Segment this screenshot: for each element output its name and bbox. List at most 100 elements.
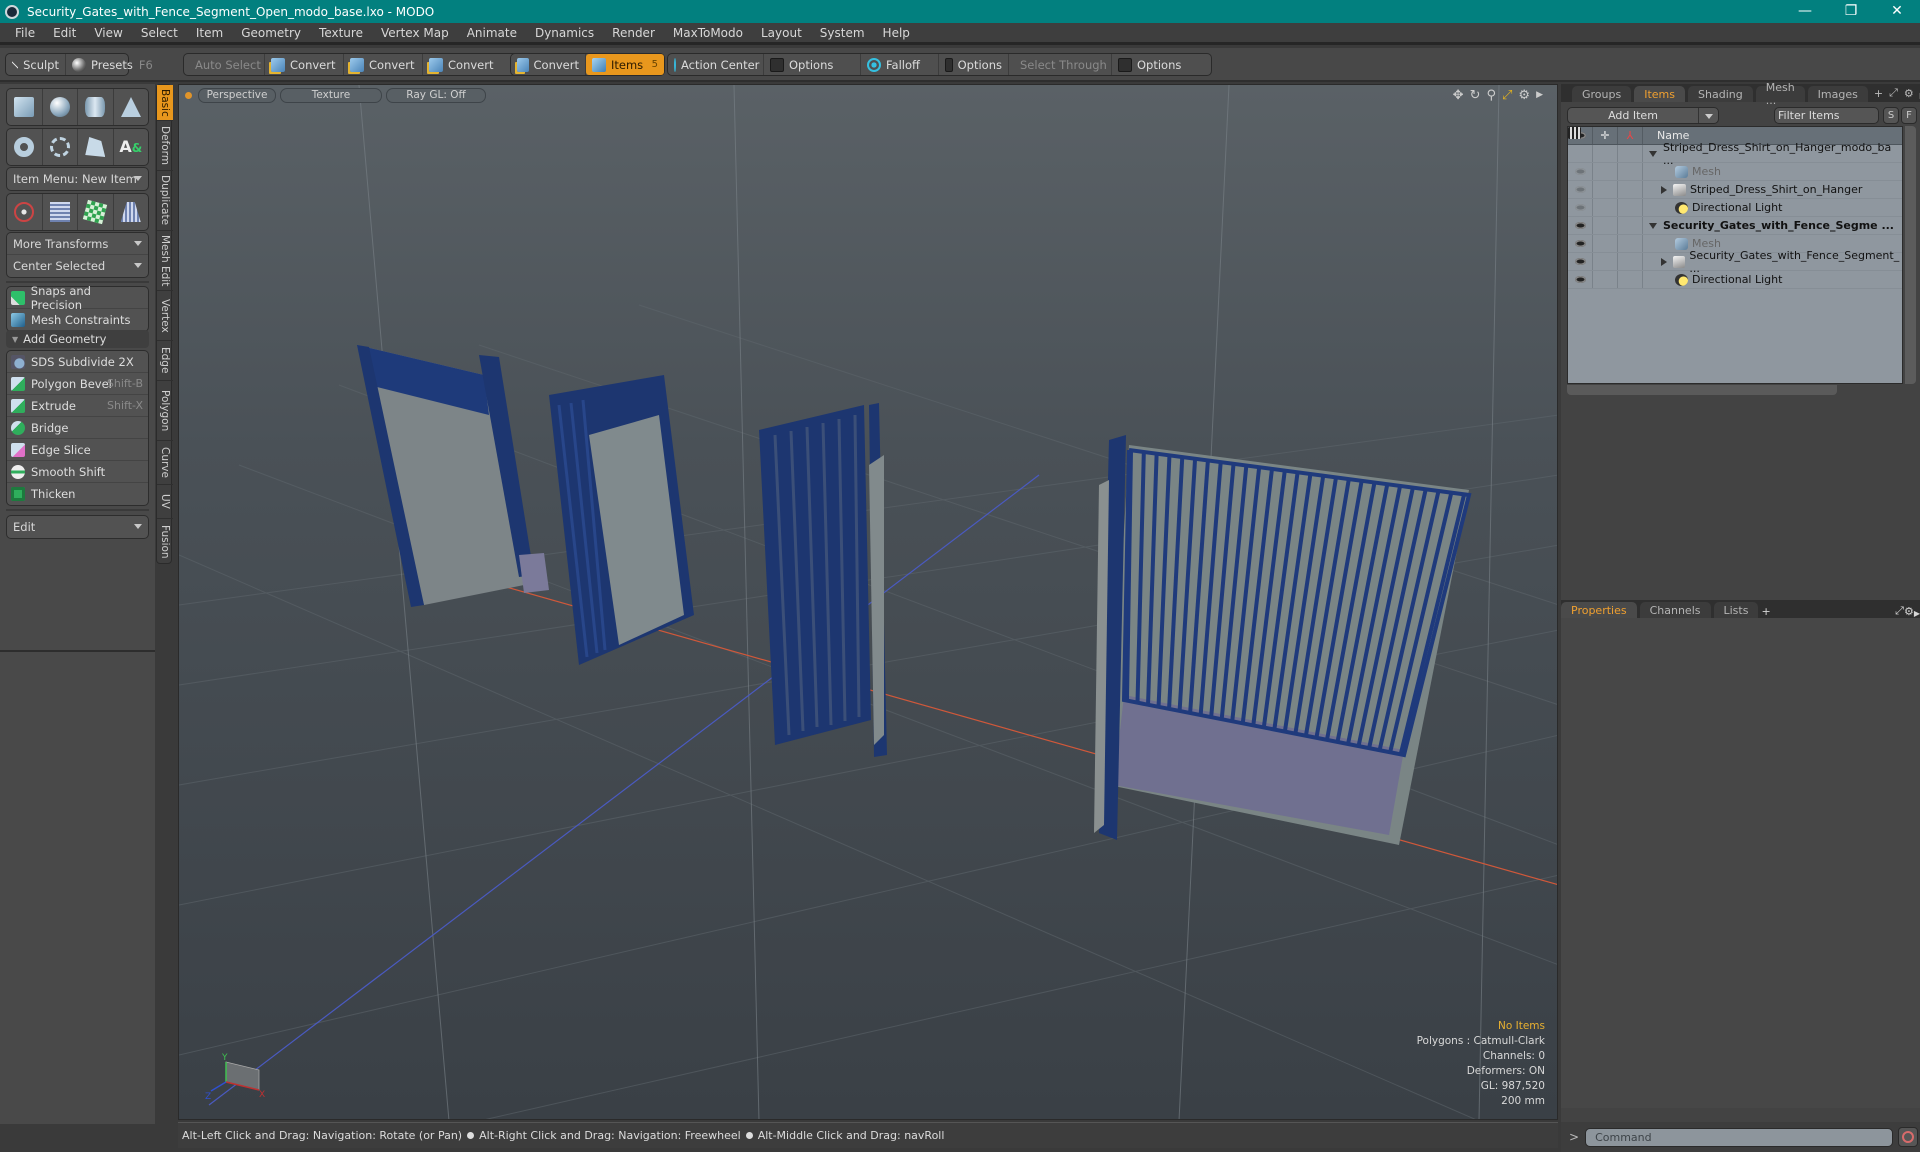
expand-icon[interactable]: ⤢ [1895, 604, 1904, 618]
falloff-options-button[interactable]: Options [939, 54, 1009, 75]
add-geometry-header[interactable]: ▼ Add Geometry [6, 330, 149, 348]
viewport-more-icon[interactable]: ▶ [1536, 88, 1543, 103]
menu-vertex-map[interactable]: Vertex Map [372, 26, 458, 40]
vtab-deform[interactable]: Deform [157, 121, 173, 171]
vtab-basic[interactable]: Basic [157, 85, 173, 121]
menu-item[interactable]: Item [187, 26, 232, 40]
minimize-button[interactable]: — [1782, 0, 1828, 23]
items-mode-button[interactable]: Items 5 [586, 54, 664, 75]
vtab-duplicate[interactable]: Duplicate [157, 171, 173, 231]
tree-row[interactable]: Mesh [1568, 163, 1902, 181]
command-input[interactable]: Command [1585, 1127, 1894, 1147]
menu-render[interactable]: Render [603, 26, 664, 40]
tree-cell[interactable] [1593, 217, 1618, 234]
select-through-options-button[interactable]: Options [1112, 54, 1187, 75]
pen-tool[interactable] [78, 129, 114, 165]
sphere-tool[interactable] [43, 89, 78, 125]
menu-help[interactable]: Help [874, 26, 919, 40]
edge-slice-button[interactable]: Edge Slice [7, 439, 148, 461]
action-center-button[interactable]: Action Center [668, 54, 764, 75]
cone-tool[interactable] [114, 89, 149, 125]
viewport-settings-icon[interactable]: ⚙ [1518, 88, 1530, 103]
text-tool[interactable]: A& [114, 129, 149, 165]
sds-subdivide-button[interactable]: SDS Subdivide 2X [7, 351, 148, 373]
rotate-icon[interactable]: ↻ [1470, 88, 1481, 103]
menu-view[interactable]: View [85, 26, 131, 40]
pan-icon[interactable]: ✥ [1453, 88, 1464, 103]
vtab-edge[interactable]: Edge [157, 341, 173, 381]
tab-groups[interactable]: Groups [1572, 86, 1632, 102]
menu-maxtomodo[interactable]: MaxToModo [664, 26, 752, 40]
spiral-tool[interactable] [43, 129, 78, 165]
cylinder-tool[interactable] [78, 89, 114, 125]
panel-more-icon[interactable]: ▶ [1914, 609, 1920, 618]
view-mode-button[interactable]: Perspective [198, 87, 276, 103]
cube-tool[interactable] [7, 89, 43, 125]
zoom-icon[interactable]: ⚲ [1486, 88, 1496, 103]
tree-row[interactable]: Directional Light [1568, 271, 1902, 289]
maximize-button[interactable]: ❐ [1828, 0, 1874, 23]
tab-images[interactable]: Images [1807, 86, 1868, 102]
tab-channels[interactable]: Channels [1639, 602, 1711, 618]
tree-row[interactable]: Security_Gates_with_Fence_Segment_ ... [1568, 249, 1902, 275]
raygl-button[interactable]: Ray GL: Off [386, 87, 486, 103]
tree-cell[interactable] [1618, 271, 1643, 288]
visibility-toggle[interactable] [1568, 235, 1593, 252]
menu-system[interactable]: System [811, 26, 874, 40]
thicken-button[interactable]: Thicken [7, 483, 148, 505]
tree-cell[interactable] [1618, 181, 1643, 198]
uv-grid-tool[interactable] [43, 194, 78, 230]
auto-select-button[interactable]: Auto Select [184, 54, 265, 75]
tree-cell[interactable] [1618, 253, 1643, 270]
tree-vertical-scrollbar[interactable] [1905, 126, 1916, 384]
vtab-mesh-edit[interactable]: Mesh Edit [157, 231, 173, 291]
visibility-toggle[interactable] [1568, 217, 1593, 234]
tree-cell[interactable] [1593, 181, 1618, 198]
bridge-button[interactable]: Bridge [7, 417, 148, 439]
tree-cell[interactable] [1618, 145, 1643, 162]
tree-cell[interactable] [1593, 199, 1618, 216]
menu-animate[interactable]: Animate [458, 26, 526, 40]
menu-layout[interactable]: Layout [752, 26, 811, 40]
visibility-toggle[interactable] [1568, 181, 1593, 198]
add-tab-icon[interactable]: + [1761, 605, 1770, 618]
s-button[interactable]: S [1883, 106, 1899, 124]
visibility-toggle[interactable] [1568, 145, 1593, 162]
smooth-shift-button[interactable]: Smooth Shift [7, 461, 148, 483]
taper-tool[interactable] [114, 194, 149, 230]
close-button[interactable]: ✕ [1874, 0, 1920, 23]
tab-mesh[interactable]: Mesh ... [1755, 81, 1805, 107]
visibility-toggle[interactable] [1568, 199, 1593, 216]
transform-tool[interactable] [7, 194, 43, 230]
tree-cell[interactable] [1593, 163, 1618, 180]
convert-items-button[interactable]: Convert [511, 54, 586, 75]
collapse-arrow-icon[interactable] [1661, 185, 1667, 194]
extrude-button[interactable]: Extrude Shift-X [7, 395, 148, 417]
tree-cell[interactable] [1618, 163, 1643, 180]
item-menu-dropdown[interactable]: Item Menu: New Item [6, 167, 149, 191]
snaps-precision-button[interactable]: Snaps and Precision [7, 284, 148, 312]
tab-items[interactable]: Items [1634, 86, 1686, 102]
vtab-curve[interactable]: Curve [157, 441, 173, 485]
tree-horizontal-scrollbar[interactable] [1567, 385, 1837, 395]
menu-dynamics[interactable]: Dynamics [526, 26, 603, 40]
add-item-button[interactable]: Add Item [1567, 106, 1719, 124]
add-tab-icon[interactable]: + [1874, 87, 1883, 100]
visibility-toggle[interactable] [1568, 163, 1593, 180]
tree-cell[interactable] [1618, 199, 1643, 216]
vtab-uv[interactable]: UV [157, 485, 173, 519]
collapse-arrow-icon[interactable] [1661, 257, 1667, 266]
tree-cell[interactable] [1618, 217, 1643, 234]
record-macro-button[interactable] [1898, 1127, 1919, 1147]
tree-cell[interactable] [1593, 235, 1618, 252]
convert-polygons-button[interactable]: Convert [423, 54, 502, 75]
tree-row[interactable]: Striped_Dress_Shirt_on_Hanger_modo_ba ..… [1568, 127, 1902, 167]
render-column-header[interactable]: ⅄ [1618, 127, 1643, 144]
menu-edit[interactable]: Edit [44, 26, 85, 40]
tab-properties[interactable]: Properties [1561, 602, 1637, 618]
tree-row[interactable]: Directional Light [1568, 199, 1902, 217]
shading-mode-button[interactable]: Texture [280, 87, 382, 103]
filter-items-input[interactable]: Filter Items [1774, 106, 1879, 124]
tree-row[interactable]: Striped_Dress_Shirt_on_Hanger [1568, 181, 1902, 199]
convert-vertices-button[interactable]: Convert [265, 54, 344, 75]
